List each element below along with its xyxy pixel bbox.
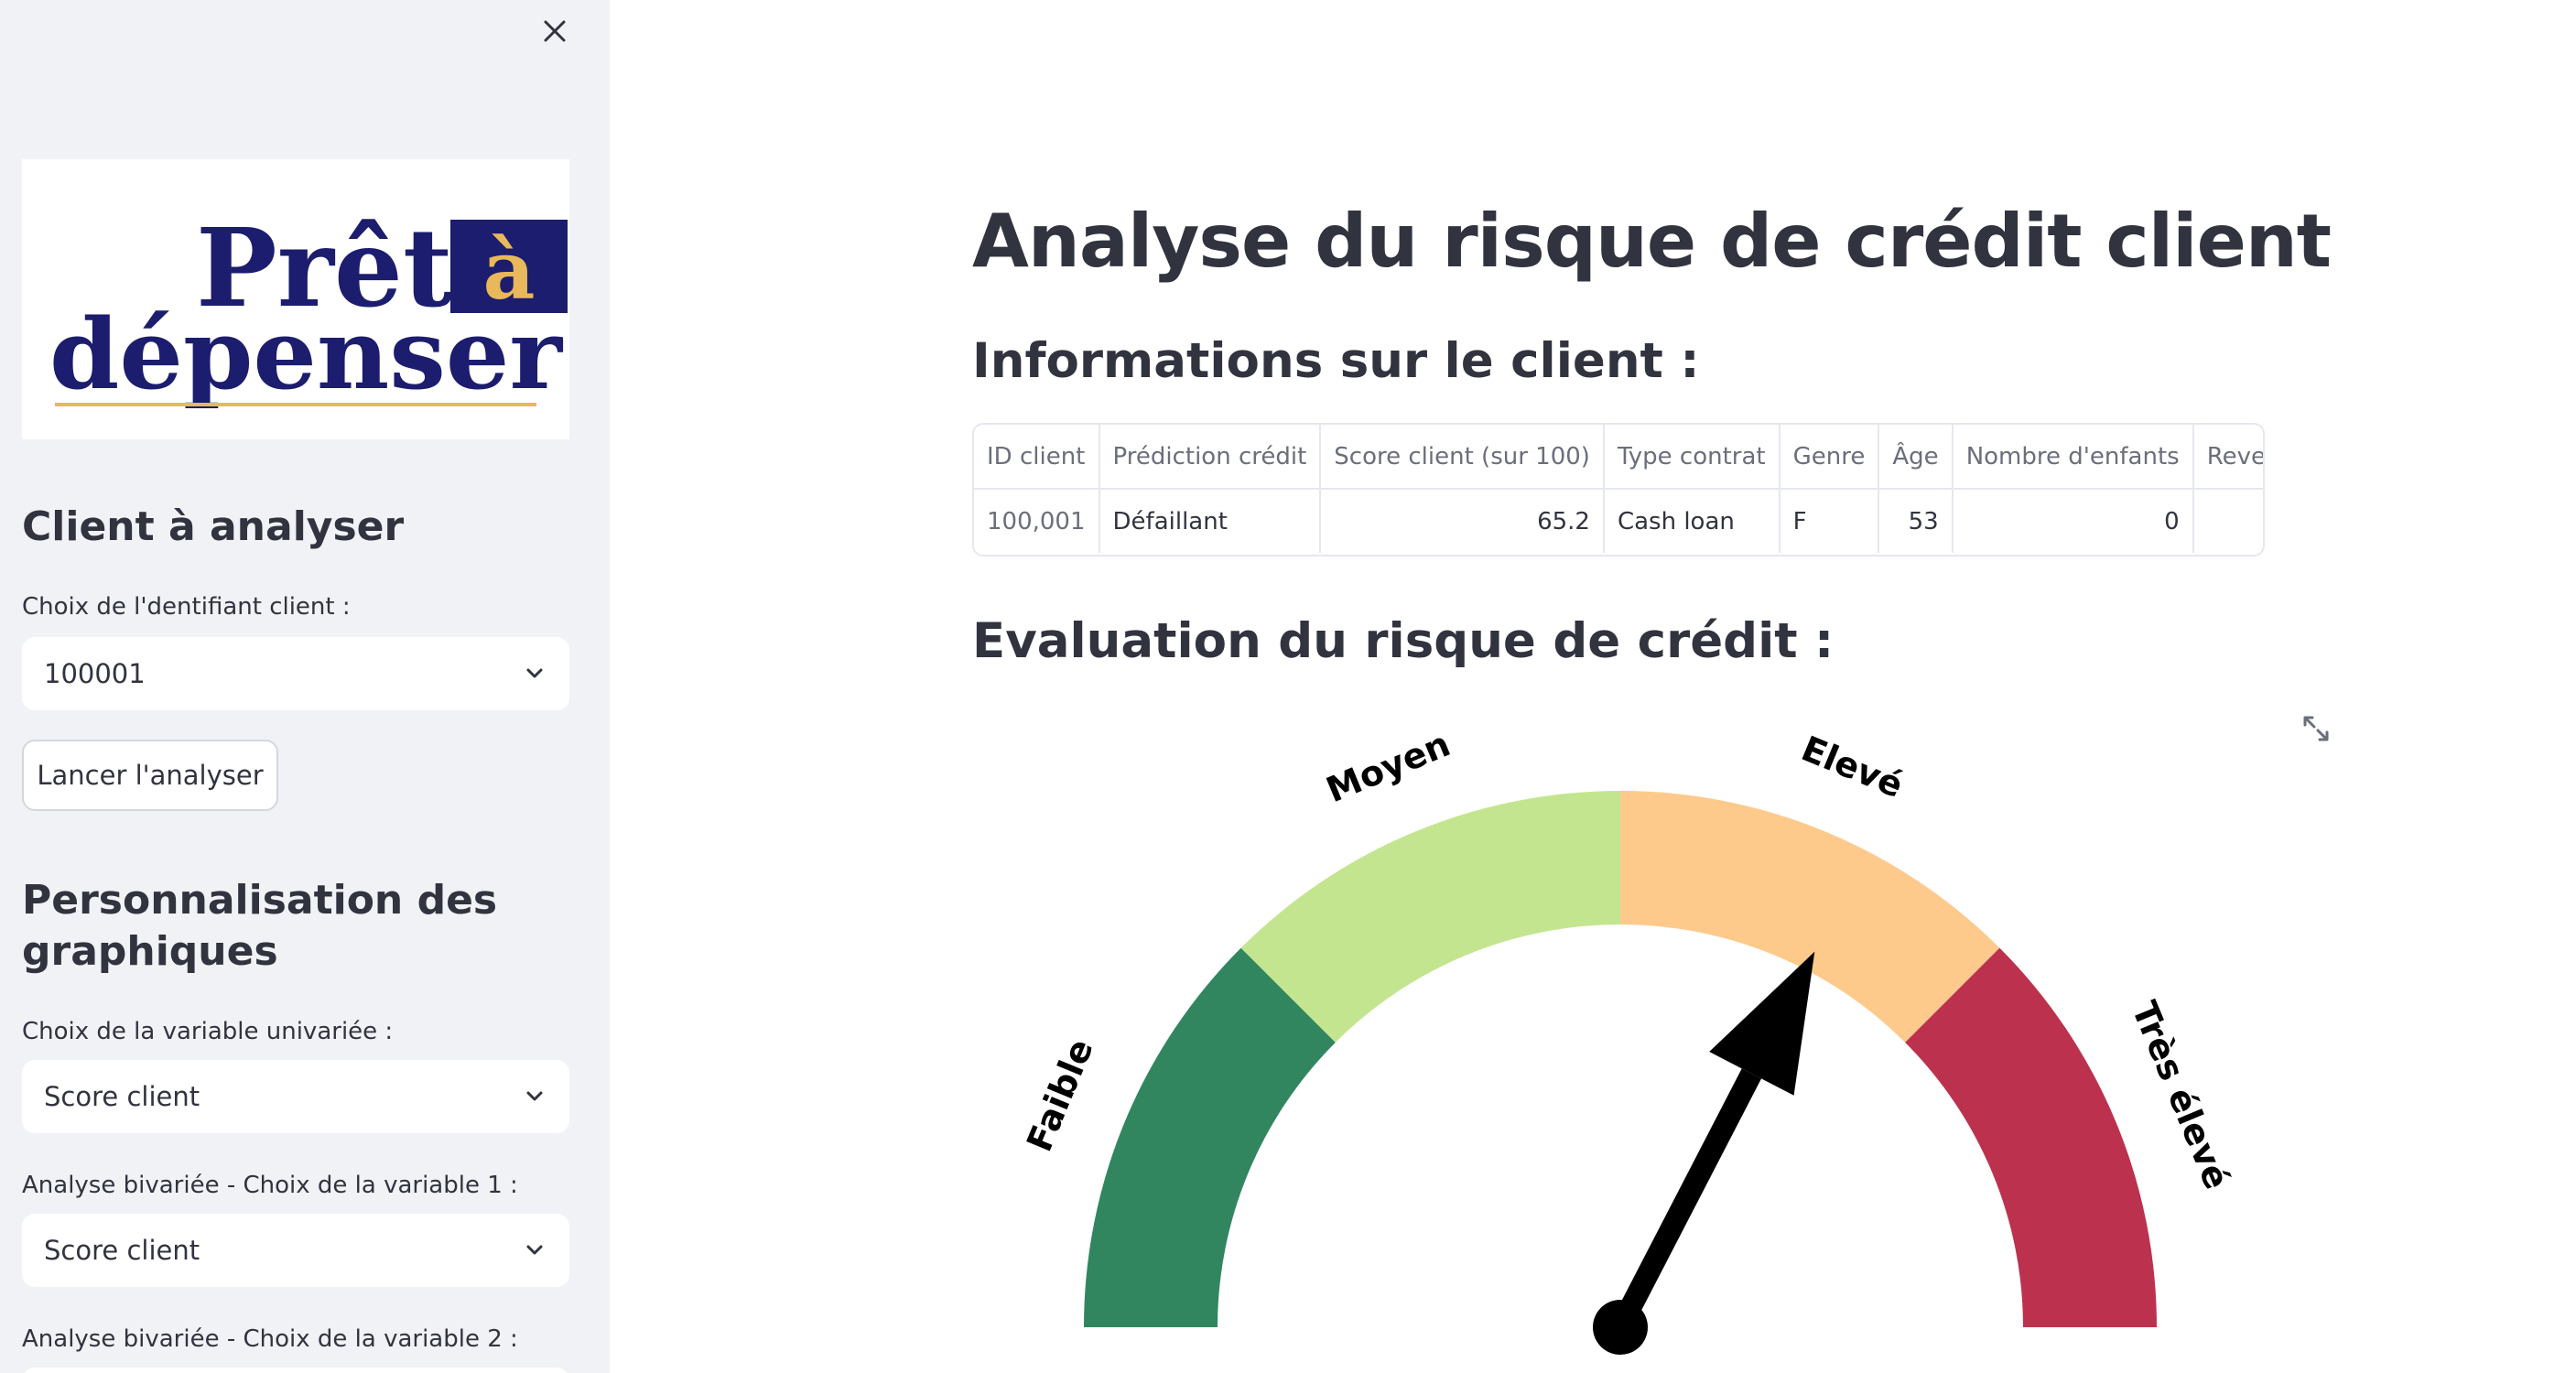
- table-cell[interactable]: 53: [1878, 489, 1954, 553]
- table-cell[interactable]: F: [1779, 489, 1880, 553]
- gauge-band-3: [1905, 947, 2157, 1327]
- logo: Prêt à dépenser: [22, 159, 569, 439]
- client-id-select[interactable]: 100001: [22, 637, 569, 710]
- univariate-select[interactable]: Score client: [22, 1060, 569, 1133]
- gauge-needle-head: [1709, 951, 1815, 1096]
- client-id-label: Choix de l'dentifiant client :: [22, 593, 351, 621]
- table-cell[interactable]: Cash loan: [1603, 489, 1780, 553]
- table-cell[interactable]: 100,001: [974, 489, 1100, 553]
- bivariate1-select[interactable]: Score client: [22, 1214, 569, 1287]
- bivariate1-value: Score client: [44, 1235, 200, 1266]
- bivariate1-label: Analyse bivariée - Choix de la variable …: [22, 1172, 518, 1199]
- table-row: 100,001 Défaillant 65.2 Cash loan F 53 0: [974, 489, 2263, 553]
- univariate-label: Choix de la variable univariée :: [22, 1018, 394, 1045]
- launch-analysis-button[interactable]: Lancer l'analyser: [22, 740, 278, 811]
- client-id-value: 100001: [44, 658, 146, 689]
- gauge-needle: [1593, 951, 1815, 1355]
- charts-section-title-line1: Personnalisation des: [22, 877, 498, 924]
- risk-gauge: Faible Moyen Elevé Très élevé: [1019, 724, 2237, 1355]
- column-header[interactable]: Score client (sur 100): [1320, 425, 1605, 490]
- gauge-band-label: Très élevé: [2124, 996, 2237, 1195]
- gauge-band-label: Faible: [1019, 1033, 1101, 1157]
- gauge-band-2: [1620, 791, 2000, 1043]
- charts-section-title-line2: graphiques: [22, 928, 278, 975]
- gauge-band-1: [1240, 791, 1620, 1043]
- column-header[interactable]: Genre: [1779, 425, 1880, 490]
- close-sidebar-button[interactable]: [535, 11, 575, 51]
- logo-graphic: Prêt à dépenser: [49, 204, 568, 411]
- gauge-bands: [1084, 791, 2157, 1327]
- table-cell[interactable]: 65.2: [1320, 489, 1605, 553]
- expand-icon[interactable]: [2300, 712, 2332, 745]
- univariate-value: Score client: [44, 1081, 200, 1112]
- bivariate2-select[interactable]: [22, 1368, 569, 1373]
- column-header[interactable]: ID client: [974, 425, 1100, 490]
- gauge-band-label: Moyen: [1321, 724, 1456, 811]
- chevron-down-icon: [526, 1245, 543, 1255]
- client-info-title: Informations sur le client :: [972, 333, 1700, 389]
- gauge-needle-shaft: [1610, 1068, 1762, 1333]
- chevron-down-icon: [526, 1091, 543, 1101]
- column-header[interactable]: Revenu an: [2192, 425, 2263, 490]
- table-header-row: ID client Prédiction crédit Score client…: [974, 425, 2263, 490]
- client-table[interactable]: ID client Prédiction crédit Score client…: [972, 423, 2265, 557]
- column-header[interactable]: Nombre d'enfants: [1952, 425, 2194, 490]
- table-cell[interactable]: 0: [1952, 489, 2194, 553]
- gauge-needle-hub: [1593, 1300, 1648, 1355]
- risk-title: Evaluation du risque de crédit :: [972, 613, 1835, 669]
- sidebar: Prêt à dépenser Client à analyser Choix …: [0, 0, 610, 1373]
- page-title: Analyse du risque de crédit client: [972, 199, 2332, 284]
- bivariate2-label: Analyse bivariée - Choix de la variable …: [22, 1325, 518, 1353]
- column-header[interactable]: Prédiction crédit: [1099, 425, 1322, 490]
- logo-line2: dépenser: [49, 297, 563, 411]
- table-cell[interactable]: [2193, 489, 2263, 553]
- gauge-band-0: [1084, 947, 1336, 1327]
- column-header[interactable]: Âge: [1878, 425, 1954, 490]
- close-icon: [544, 20, 566, 42]
- table-cell[interactable]: Défaillant: [1099, 489, 1322, 553]
- column-header[interactable]: Type contrat: [1603, 425, 1780, 490]
- chevron-down-icon: [526, 668, 543, 678]
- gauge-band-label: Elevé: [1796, 729, 1909, 806]
- client-section-title: Client à analyser: [22, 503, 405, 550]
